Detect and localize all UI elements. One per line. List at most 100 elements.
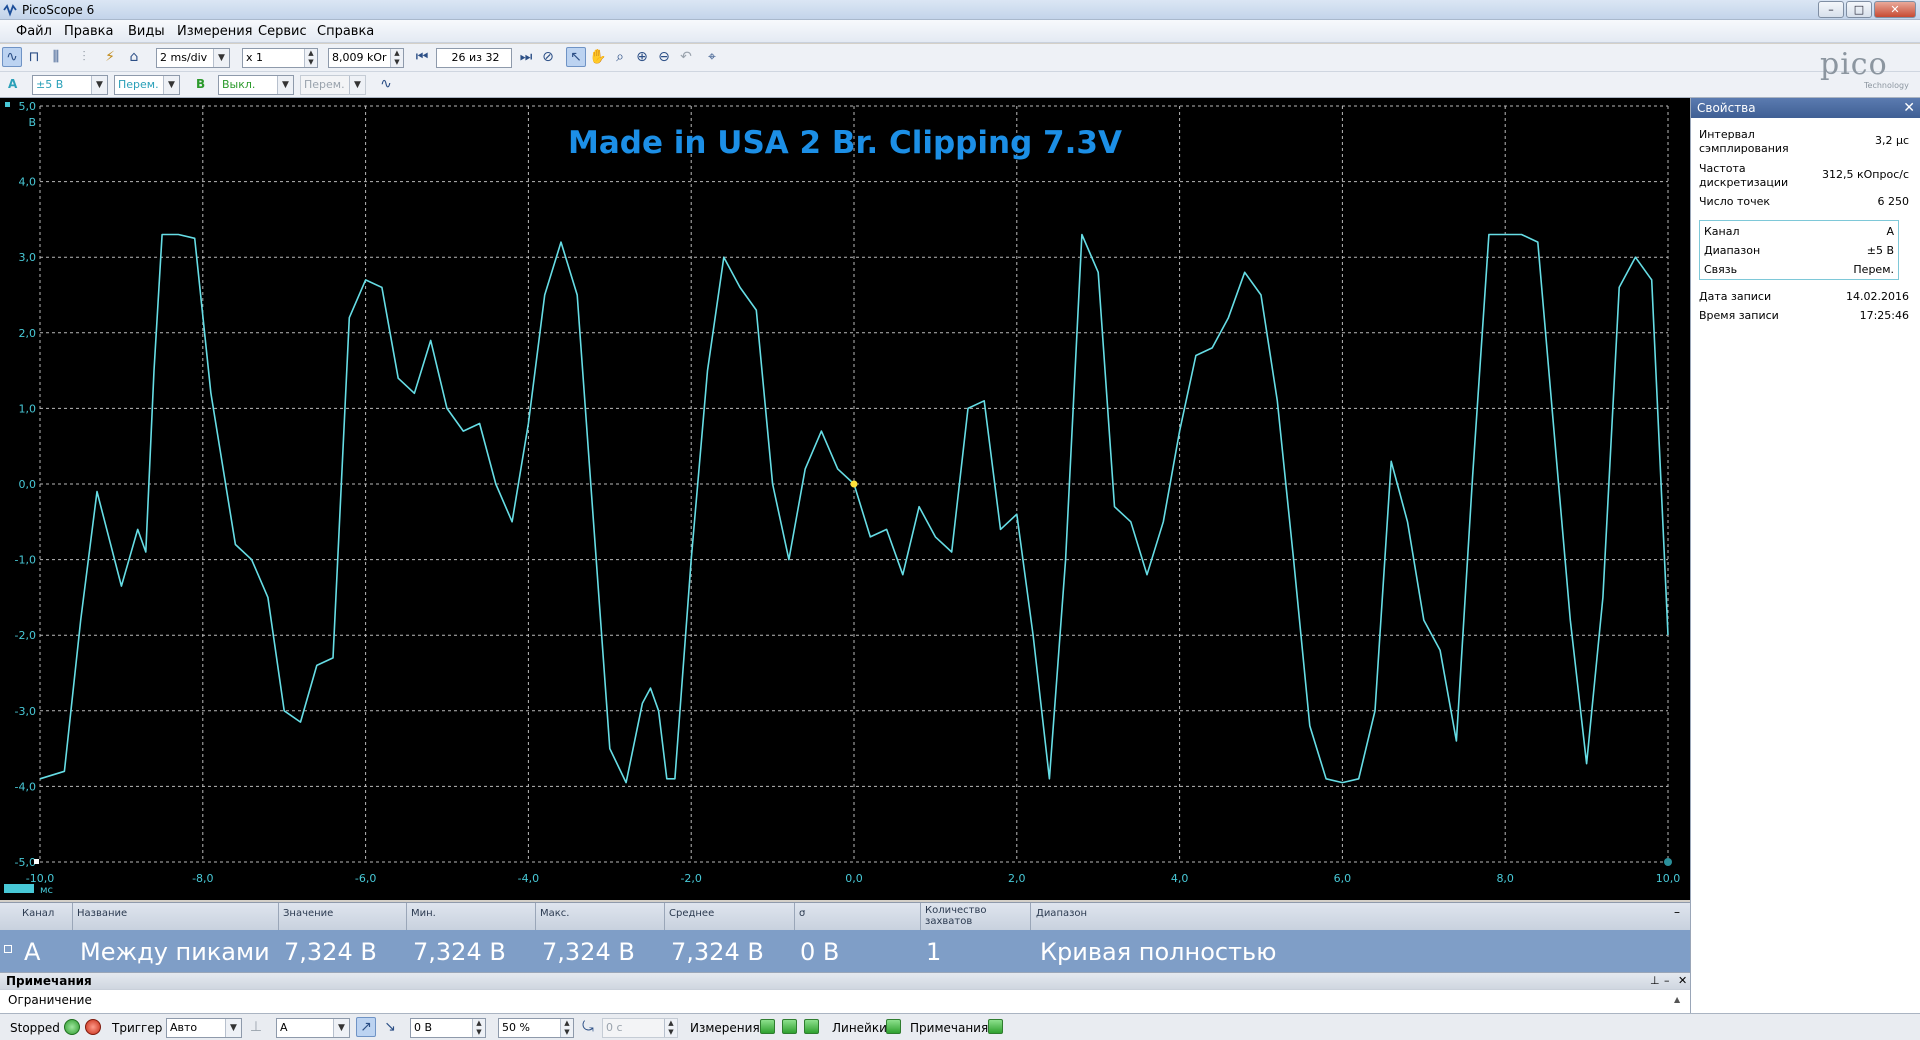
logo-subtitle: Technology (1864, 81, 1909, 90)
prop-value: 6 250 (1877, 195, 1910, 208)
prop-label: Время записи (1699, 309, 1779, 322)
minimize-icon[interactable]: – (1664, 973, 1670, 989)
auto-setup-icon[interactable]: ⚡ (100, 47, 120, 67)
pico-logo: pico Technology (1820, 47, 1920, 95)
y-tick-label: -4,0 (15, 780, 36, 793)
zoom-fit-icon[interactable]: ⌖ (702, 47, 722, 67)
minimize-button[interactable]: – (1818, 1, 1844, 18)
y-tick-label: -5,0 (15, 856, 36, 869)
prop-value: 312,5 кОпрос/с (1822, 168, 1909, 181)
channel-a-label: A (8, 77, 18, 91)
table-row[interactable]: A Между пиками 7,324 В 7,324 В 7,324 В 7… (0, 930, 1690, 972)
start-icon[interactable] (64, 1019, 80, 1035)
prop-value: A (1886, 225, 1894, 238)
zoom-area-icon[interactable]: ⌕ (610, 47, 630, 67)
column-divider (1030, 903, 1031, 931)
spin-arrows-icon: ▲ ▼ (304, 49, 317, 67)
y-tick-label: -3,0 (15, 705, 36, 718)
trigger-level-stepper[interactable]: 0 В ▲ ▼ (410, 1018, 486, 1038)
buffer-next-icon[interactable]: ⏭ (516, 47, 536, 67)
stop-icon[interactable] (85, 1019, 101, 1035)
column-header[interactable]: Название (77, 908, 127, 919)
trigger-mode-select[interactable]: Авто ▼ (166, 1018, 242, 1038)
column-header[interactable]: Значение (283, 908, 333, 919)
scope-mode-icon[interactable]: ∿ (2, 47, 22, 67)
column-header[interactable]: Количество захватов (925, 905, 987, 927)
zoom-in-icon[interactable]: ⊕ (632, 47, 652, 67)
column-divider (920, 903, 921, 931)
column-header[interactable]: Мин. (411, 908, 436, 919)
channel-toolbar: A ±5 В ▼ Перем. ▼ B Выкл. ▼ Перем. ▼ ∿ (0, 72, 1920, 98)
add-measurement-icon[interactable] (760, 1019, 775, 1034)
scope-chart[interactable]: 5,0 4,0 3,0 2,0 1,0 0,0 -1,0 -2,0 -3,0 -4,0 -5,0 В -… (0, 98, 1690, 900)
spectrum-mode-icon[interactable]: ⫼ (46, 47, 66, 67)
y-tick-label: 5,0 (19, 100, 37, 113)
menu-edit[interactable]: Правка (64, 24, 113, 39)
timebase-select[interactable]: 2 ms/div ▼ (156, 48, 230, 68)
edit-measurement-icon[interactable] (782, 1019, 797, 1034)
measurement-channel: A (24, 938, 41, 966)
channel-a-range-select[interactable]: ±5 В ▼ (32, 75, 108, 95)
menu-measurements[interactable]: Измерения (177, 24, 252, 39)
chevron-down-icon: ▼ (213, 49, 229, 67)
pretrigger-stepper[interactable]: 50 % ▲ ▼ (498, 1018, 574, 1038)
column-header[interactable]: Диапазон (1036, 908, 1087, 919)
close-icon[interactable]: ✕ (1903, 98, 1915, 118)
column-header[interactable]: σ (799, 908, 805, 919)
close-icon[interactable]: ✕ (1678, 973, 1687, 989)
channel-options-icon[interactable]: ∿ (376, 74, 396, 94)
rulers-settings-icon[interactable] (886, 1019, 901, 1034)
close-button[interactable]: ✕ (1874, 1, 1916, 18)
collapse-icon[interactable]: – (1674, 905, 1680, 919)
pin-icon[interactable]: ⊥ (1650, 973, 1660, 989)
delete-measurement-icon[interactable] (804, 1019, 819, 1034)
x-axis-unit-label: мс (40, 885, 53, 896)
column-header[interactable]: Макс. (540, 908, 569, 919)
x-tick-label: 6,0 (1334, 872, 1352, 885)
trigger-level-value: 0 В (414, 1021, 433, 1034)
rulers-label: Линейки (832, 1021, 887, 1035)
row-selector-icon[interactable] (4, 945, 12, 953)
buffer-position-field[interactable]: 26 из 32 (436, 48, 512, 68)
menu-file[interactable]: Файл (16, 24, 52, 39)
x-tick-label: -8,0 (192, 872, 213, 885)
column-divider (72, 903, 73, 931)
trigger-delay-stepper[interactable]: 0 с ▲ ▼ (602, 1018, 678, 1038)
frequency-stepper[interactable]: 8,009 kOr ▲ ▼ (328, 48, 404, 68)
rising-edge-icon[interactable]: ↗ (356, 1017, 376, 1037)
pointer-tool-icon[interactable]: ↖ (566, 47, 586, 67)
x-tick-label: 10,0 (1656, 872, 1681, 885)
buffer-prev-icon[interactable]: ⏮ (412, 47, 432, 67)
falling-edge-icon[interactable]: ↘ (380, 1017, 400, 1037)
persistence-mode-icon[interactable]: ⊓ (24, 47, 44, 67)
menu-views[interactable]: Виды (128, 24, 165, 39)
trigger-delay-icon[interactable]: ⤿ (578, 1017, 598, 1037)
column-header[interactable]: Канал (22, 908, 54, 919)
zoom-stepper[interactable]: x 1 ▲ ▼ (242, 48, 318, 68)
column-header[interactable]: Среднее (669, 908, 714, 919)
maximize-button[interactable]: □ (1846, 1, 1872, 18)
serial-decode-icon[interactable]: ⫶ (74, 47, 94, 67)
measurement-name: Между пиками (80, 938, 270, 966)
spin-arrows-icon: ▲ ▼ (390, 49, 403, 67)
menu-tools[interactable]: Сервис (258, 24, 307, 39)
advanced-trigger-icon[interactable]: ⊥ (246, 1017, 266, 1037)
trigger-channel-select[interactable]: A ▼ (276, 1018, 350, 1038)
measurement-mean: 7,324 В (671, 938, 764, 966)
trigger-mode-value: Авто (170, 1021, 198, 1034)
notes-toggle-icon[interactable] (988, 1019, 1003, 1034)
chevron-down-icon: ▼ (333, 1019, 349, 1037)
scope-view[interactable]: 5,0 4,0 3,0 2,0 1,0 0,0 -1,0 -2,0 -3,0 -4,0 -5,0 В -… (0, 98, 1690, 900)
zoom-out-icon[interactable]: ⊖ (654, 47, 674, 67)
y-tick-label: 2,0 (19, 327, 37, 340)
buffer-navigator-icon[interactable]: ⊘ (538, 47, 558, 67)
channel-a-coupling-select[interactable]: Перем. ▼ (114, 75, 180, 95)
notes-textarea[interactable]: Ограничение ▲▼ (0, 989, 1690, 1024)
menu-help[interactable]: Справка (317, 24, 374, 39)
channel-b-coupling-select[interactable]: Перем. ▼ (300, 75, 366, 95)
channel-b-range-select[interactable]: Выкл. ▼ (218, 75, 294, 95)
undo-zoom-icon[interactable]: ↶ (676, 47, 696, 67)
column-divider (406, 903, 407, 931)
home-icon[interactable]: ⌂ (124, 47, 144, 67)
hand-tool-icon[interactable]: ✋ (588, 47, 608, 67)
